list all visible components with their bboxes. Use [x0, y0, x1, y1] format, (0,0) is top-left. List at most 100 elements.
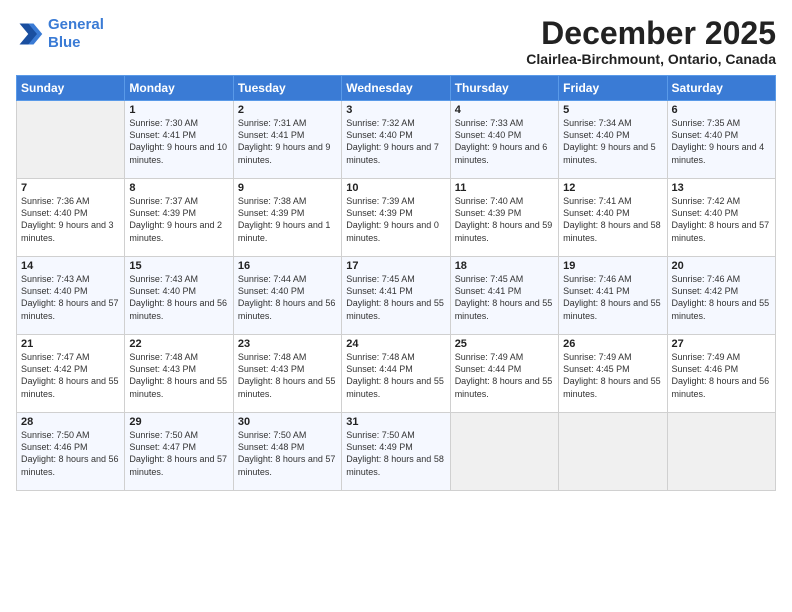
day-number: 22 [129, 338, 228, 350]
day-number: 5 [563, 104, 662, 116]
calendar-cell: 24Sunrise: 7:48 AMSunset: 4:44 PMDayligh… [342, 335, 450, 413]
day-number: 11 [455, 182, 554, 194]
weekday-header-monday: Monday [125, 76, 233, 101]
day-info: Sunrise: 7:35 AMSunset: 4:40 PMDaylight:… [672, 117, 771, 166]
day-number: 16 [238, 260, 337, 272]
day-info: Sunrise: 7:43 AMSunset: 4:40 PMDaylight:… [21, 273, 120, 322]
day-number: 19 [563, 260, 662, 272]
day-number: 26 [563, 338, 662, 350]
day-info: Sunrise: 7:44 AMSunset: 4:40 PMDaylight:… [238, 273, 337, 322]
month-title: December 2025 [526, 16, 776, 51]
calendar-cell: 6Sunrise: 7:35 AMSunset: 4:40 PMDaylight… [667, 101, 775, 179]
logo-line1: General [48, 16, 104, 33]
day-info: Sunrise: 7:48 AMSunset: 4:44 PMDaylight:… [346, 351, 445, 400]
day-info: Sunrise: 7:36 AMSunset: 4:40 PMDaylight:… [21, 195, 120, 244]
calendar-cell: 26Sunrise: 7:49 AMSunset: 4:45 PMDayligh… [559, 335, 667, 413]
calendar-cell: 4Sunrise: 7:33 AMSunset: 4:40 PMDaylight… [450, 101, 558, 179]
day-number: 21 [21, 338, 120, 350]
day-info: Sunrise: 7:50 AMSunset: 4:46 PMDaylight:… [21, 429, 120, 478]
day-number: 24 [346, 338, 445, 350]
weekday-header-friday: Friday [559, 76, 667, 101]
calendar-cell: 7Sunrise: 7:36 AMSunset: 4:40 PMDaylight… [17, 179, 125, 257]
day-info: Sunrise: 7:50 AMSunset: 4:49 PMDaylight:… [346, 429, 445, 478]
calendar-cell: 9Sunrise: 7:38 AMSunset: 4:39 PMDaylight… [233, 179, 341, 257]
calendar-cell: 23Sunrise: 7:48 AMSunset: 4:43 PMDayligh… [233, 335, 341, 413]
logo-line2: Blue [48, 34, 81, 51]
weekday-header-saturday: Saturday [667, 76, 775, 101]
day-info: Sunrise: 7:37 AMSunset: 4:39 PMDaylight:… [129, 195, 228, 244]
day-number: 7 [21, 182, 120, 194]
day-number: 30 [238, 416, 337, 428]
day-number: 6 [672, 104, 771, 116]
day-number: 28 [21, 416, 120, 428]
weekday-header-wednesday: Wednesday [342, 76, 450, 101]
day-info: Sunrise: 7:49 AMSunset: 4:46 PMDaylight:… [672, 351, 771, 400]
calendar-cell: 8Sunrise: 7:37 AMSunset: 4:39 PMDaylight… [125, 179, 233, 257]
calendar-cell: 11Sunrise: 7:40 AMSunset: 4:39 PMDayligh… [450, 179, 558, 257]
calendar-cell: 25Sunrise: 7:49 AMSunset: 4:44 PMDayligh… [450, 335, 558, 413]
calendar-cell: 16Sunrise: 7:44 AMSunset: 4:40 PMDayligh… [233, 257, 341, 335]
calendar-week-5: 28Sunrise: 7:50 AMSunset: 4:46 PMDayligh… [17, 413, 776, 491]
weekday-header-tuesday: Tuesday [233, 76, 341, 101]
calendar-cell: 29Sunrise: 7:50 AMSunset: 4:47 PMDayligh… [125, 413, 233, 491]
calendar-cell: 28Sunrise: 7:50 AMSunset: 4:46 PMDayligh… [17, 413, 125, 491]
day-number: 23 [238, 338, 337, 350]
day-number: 14 [21, 260, 120, 272]
calendar-cell: 3Sunrise: 7:32 AMSunset: 4:40 PMDaylight… [342, 101, 450, 179]
day-number: 2 [238, 104, 337, 116]
calendar-cell: 10Sunrise: 7:39 AMSunset: 4:39 PMDayligh… [342, 179, 450, 257]
calendar-cell: 19Sunrise: 7:46 AMSunset: 4:41 PMDayligh… [559, 257, 667, 335]
calendar-cell: 30Sunrise: 7:50 AMSunset: 4:48 PMDayligh… [233, 413, 341, 491]
calendar-cell: 31Sunrise: 7:50 AMSunset: 4:49 PMDayligh… [342, 413, 450, 491]
calendar-cell: 22Sunrise: 7:48 AMSunset: 4:43 PMDayligh… [125, 335, 233, 413]
calendar-cell: 13Sunrise: 7:42 AMSunset: 4:40 PMDayligh… [667, 179, 775, 257]
calendar-cell: 5Sunrise: 7:34 AMSunset: 4:40 PMDaylight… [559, 101, 667, 179]
day-info: Sunrise: 7:40 AMSunset: 4:39 PMDaylight:… [455, 195, 554, 244]
calendar-cell: 14Sunrise: 7:43 AMSunset: 4:40 PMDayligh… [17, 257, 125, 335]
day-info: Sunrise: 7:48 AMSunset: 4:43 PMDaylight:… [238, 351, 337, 400]
day-info: Sunrise: 7:33 AMSunset: 4:40 PMDaylight:… [455, 117, 554, 166]
day-info: Sunrise: 7:49 AMSunset: 4:45 PMDaylight:… [563, 351, 662, 400]
day-info: Sunrise: 7:48 AMSunset: 4:43 PMDaylight:… [129, 351, 228, 400]
day-info: Sunrise: 7:41 AMSunset: 4:40 PMDaylight:… [563, 195, 662, 244]
day-info: Sunrise: 7:43 AMSunset: 4:40 PMDaylight:… [129, 273, 228, 322]
day-info: Sunrise: 7:32 AMSunset: 4:40 PMDaylight:… [346, 117, 445, 166]
calendar-week-1: 1Sunrise: 7:30 AMSunset: 4:41 PMDaylight… [17, 101, 776, 179]
day-info: Sunrise: 7:50 AMSunset: 4:48 PMDaylight:… [238, 429, 337, 478]
calendar-cell [450, 413, 558, 491]
calendar-cell: 12Sunrise: 7:41 AMSunset: 4:40 PMDayligh… [559, 179, 667, 257]
weekday-header-sunday: Sunday [17, 76, 125, 101]
day-number: 25 [455, 338, 554, 350]
day-info: Sunrise: 7:45 AMSunset: 4:41 PMDaylight:… [455, 273, 554, 322]
weekday-row: SundayMondayTuesdayWednesdayThursdayFrid… [17, 76, 776, 101]
calendar-week-3: 14Sunrise: 7:43 AMSunset: 4:40 PMDayligh… [17, 257, 776, 335]
calendar-cell: 21Sunrise: 7:47 AMSunset: 4:42 PMDayligh… [17, 335, 125, 413]
day-number: 13 [672, 182, 771, 194]
day-number: 8 [129, 182, 228, 194]
day-info: Sunrise: 7:30 AMSunset: 4:41 PMDaylight:… [129, 117, 228, 166]
calendar-week-4: 21Sunrise: 7:47 AMSunset: 4:42 PMDayligh… [17, 335, 776, 413]
day-info: Sunrise: 7:50 AMSunset: 4:47 PMDaylight:… [129, 429, 228, 478]
day-info: Sunrise: 7:34 AMSunset: 4:40 PMDaylight:… [563, 117, 662, 166]
calendar-header: SundayMondayTuesdayWednesdayThursdayFrid… [17, 76, 776, 101]
header: General Blue December 2025 Clairlea-Birc… [16, 16, 776, 67]
calendar-cell: 15Sunrise: 7:43 AMSunset: 4:40 PMDayligh… [125, 257, 233, 335]
day-number: 4 [455, 104, 554, 116]
calendar-cell: 18Sunrise: 7:45 AMSunset: 4:41 PMDayligh… [450, 257, 558, 335]
calendar-week-2: 7Sunrise: 7:36 AMSunset: 4:40 PMDaylight… [17, 179, 776, 257]
day-number: 10 [346, 182, 445, 194]
day-number: 29 [129, 416, 228, 428]
calendar-cell [667, 413, 775, 491]
calendar-table: SundayMondayTuesdayWednesdayThursdayFrid… [16, 75, 776, 491]
day-info: Sunrise: 7:49 AMSunset: 4:44 PMDaylight:… [455, 351, 554, 400]
day-info: Sunrise: 7:47 AMSunset: 4:42 PMDaylight:… [21, 351, 120, 400]
day-info: Sunrise: 7:46 AMSunset: 4:41 PMDaylight:… [563, 273, 662, 322]
day-info: Sunrise: 7:31 AMSunset: 4:41 PMDaylight:… [238, 117, 337, 166]
day-number: 20 [672, 260, 771, 272]
day-number: 27 [672, 338, 771, 350]
logo-icon [16, 20, 44, 48]
logo-text: General Blue [48, 16, 104, 52]
day-number: 18 [455, 260, 554, 272]
calendar-body: 1Sunrise: 7:30 AMSunset: 4:41 PMDaylight… [17, 101, 776, 491]
day-number: 1 [129, 104, 228, 116]
